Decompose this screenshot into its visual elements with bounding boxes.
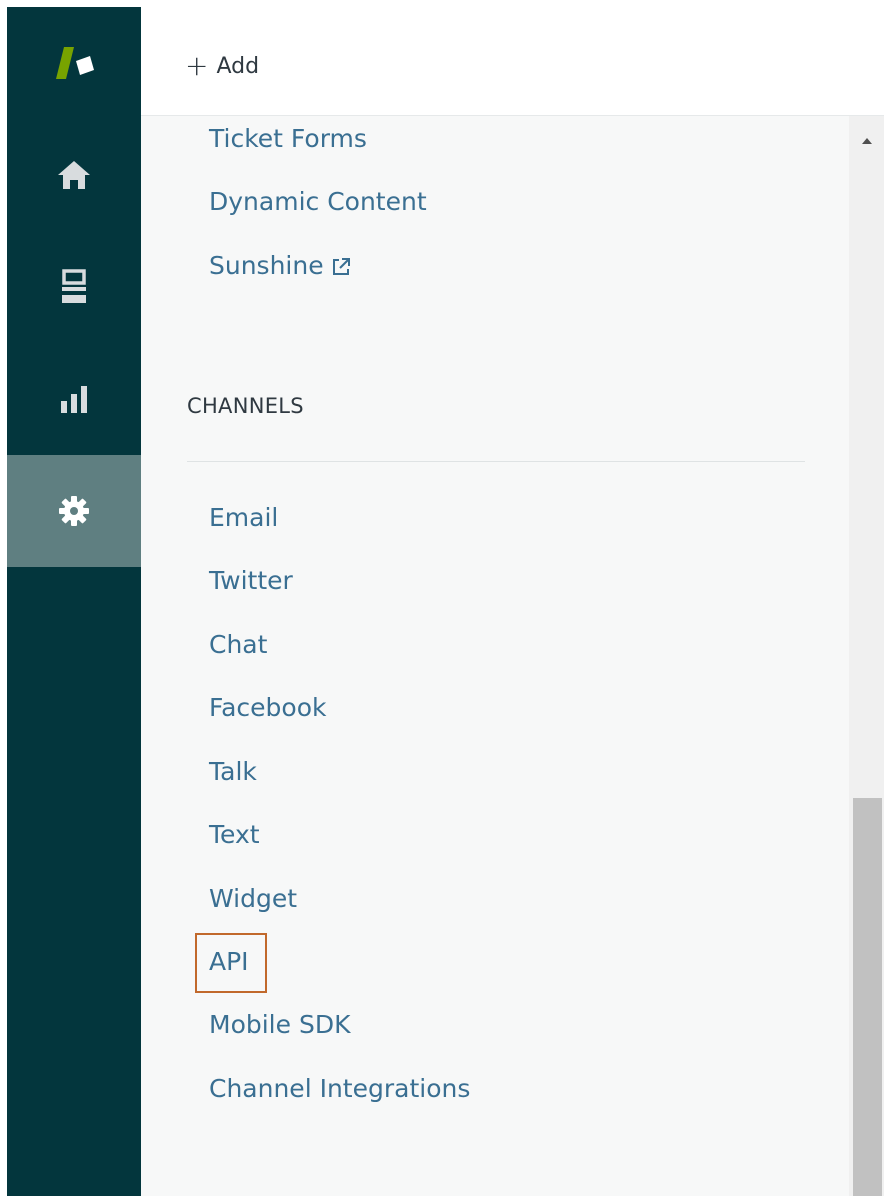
scroll-thumb[interactable] — [853, 798, 882, 1196]
zendesk-logo-icon — [56, 47, 94, 79]
menu-link-ticket-forms[interactable]: Ticket Forms — [209, 121, 367, 157]
channels-heading: CHANNELS — [187, 394, 304, 418]
home-icon — [58, 161, 90, 189]
section-divider — [187, 461, 805, 462]
rail-item-reporting[interactable] — [7, 343, 141, 455]
nav-rail — [7, 7, 141, 1196]
menu-link-email[interactable]: Email — [209, 500, 278, 536]
menu-link-api[interactable]: API — [209, 944, 249, 980]
menu-link-talk[interactable]: Talk — [209, 754, 257, 790]
app-frame: + Add Ticket Forms Dynamic Content Sunsh… — [0, 0, 884, 1196]
rail-item-home[interactable] — [7, 119, 141, 231]
menu-link-facebook[interactable]: Facebook — [209, 690, 326, 726]
menu-link-sunshine[interactable]: Sunshine — [209, 248, 352, 284]
reporting-icon — [61, 386, 87, 413]
external-link-icon — [332, 258, 350, 275]
menu-link-dynamic-content[interactable]: Dynamic Content — [209, 184, 427, 220]
menu-link-twitter[interactable]: Twitter — [209, 563, 293, 599]
menu-link-chat[interactable]: Chat — [209, 627, 267, 663]
menu-scrollbar[interactable] — [849, 116, 884, 1196]
top-bar: + Add — [141, 7, 884, 116]
menu-link-sunshine-label: Sunshine — [209, 251, 324, 280]
menu-link-text[interactable]: Text — [209, 817, 260, 853]
add-button[interactable]: + Add — [185, 49, 259, 83]
gear-icon — [59, 496, 89, 526]
menu-link-mobile-sdk[interactable]: Mobile SDK — [209, 1007, 350, 1043]
rail-item-views[interactable] — [7, 231, 141, 343]
plus-icon: + — [185, 49, 209, 82]
zendesk-logo[interactable] — [7, 7, 141, 119]
add-button-label: Add — [216, 53, 260, 79]
menu-link-widget[interactable]: Widget — [209, 881, 297, 917]
views-icon — [62, 269, 86, 303]
admin-menu: Ticket Forms Dynamic Content Sunshine CH… — [141, 116, 849, 1196]
rail-item-admin[interactable] — [7, 455, 141, 567]
menu-link-channel-integrations[interactable]: Channel Integrations — [209, 1071, 470, 1107]
scroll-up-button[interactable] — [849, 126, 884, 156]
scroll-up-arrow-icon — [861, 138, 872, 144]
